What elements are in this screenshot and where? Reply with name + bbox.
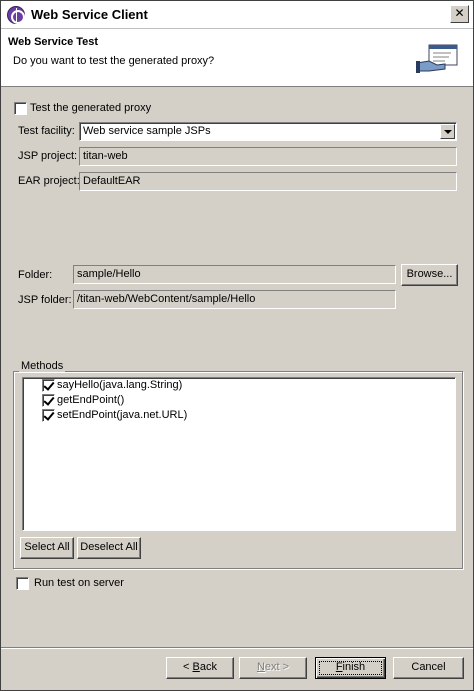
run-test-label: Run test on server [34,577,124,589]
methods-group-title: Methods [19,360,66,372]
run-test-checkbox[interactable] [16,577,29,590]
eclipse-app-icon [7,6,25,24]
next-button[interactable]: Next > [239,657,307,679]
method-checkbox[interactable] [42,379,55,392]
chevron-down-icon[interactable] [440,124,455,139]
select-all-button[interactable]: Select All [20,537,74,559]
method-label: setEndPoint(java.net.URL) [57,409,188,421]
test-facility-value: Web service sample JSPs [83,125,211,137]
jsp-folder-field: /titan-web/WebContent/sample/Hello [73,290,396,309]
web-service-test-icon [416,44,458,73]
back-prefix: < [183,661,193,673]
test-facility-label: Test facility: [18,125,75,137]
close-icon: ✕ [454,6,465,20]
back-rest: ack [199,661,217,673]
close-button[interactable]: ✕ [450,5,469,23]
folder-value: sample/Hello [77,268,141,280]
method-label: sayHello(java.lang.String) [57,379,183,391]
deselect-all-button[interactable]: Deselect All [77,537,141,559]
jsp-folder-value: /titan-web/WebContent/sample/Hello [77,293,256,305]
jsp-project-label: JSP project: [18,150,78,162]
method-checkbox[interactable] [42,394,55,407]
back-button[interactable]: < Back [166,657,234,679]
footer-separator [1,647,473,649]
banner-description: Do you want to test the generated proxy? [13,55,215,67]
finish-button[interactable]: Finish [315,657,386,679]
folder-field: sample/Hello [73,265,396,284]
next-mnemonic: N [256,661,265,673]
next-rest: ext > [264,661,290,673]
test-proxy-checkbox[interactable] [14,102,27,115]
method-checkbox[interactable] [42,409,55,422]
window-title: Web Service Client [31,7,148,22]
finish-rest: inish [342,661,366,673]
finish-mnemonic: F [335,661,343,673]
banner-title: Web Service Test [8,36,99,48]
cancel-button[interactable]: Cancel [393,657,464,679]
ear-project-value: DefaultEAR [83,175,141,187]
folder-label: Folder: [18,269,53,281]
ear-project-field: DefaultEAR [79,172,457,191]
back-mnemonic: B [192,661,200,673]
jsp-project-field: titan-web [79,147,457,166]
title-bar[interactable]: Web Service Client ✕ [1,1,473,29]
ear-project-label: EAR project: [18,175,80,187]
test-proxy-label: Test the generated proxy [30,102,152,114]
wizard-banner: Web Service Test Do you want to test the… [1,29,473,87]
web-service-client-dialog: Web Service Client ✕ Web Service Test Do… [0,0,474,691]
jsp-project-value: titan-web [83,150,128,162]
method-label: getEndPoint() [57,394,125,406]
test-facility-select[interactable]: Web service sample JSPs [79,122,457,141]
jsp-folder-label: JSP folder: [18,294,72,306]
browse-button[interactable]: Browse... [401,264,458,286]
